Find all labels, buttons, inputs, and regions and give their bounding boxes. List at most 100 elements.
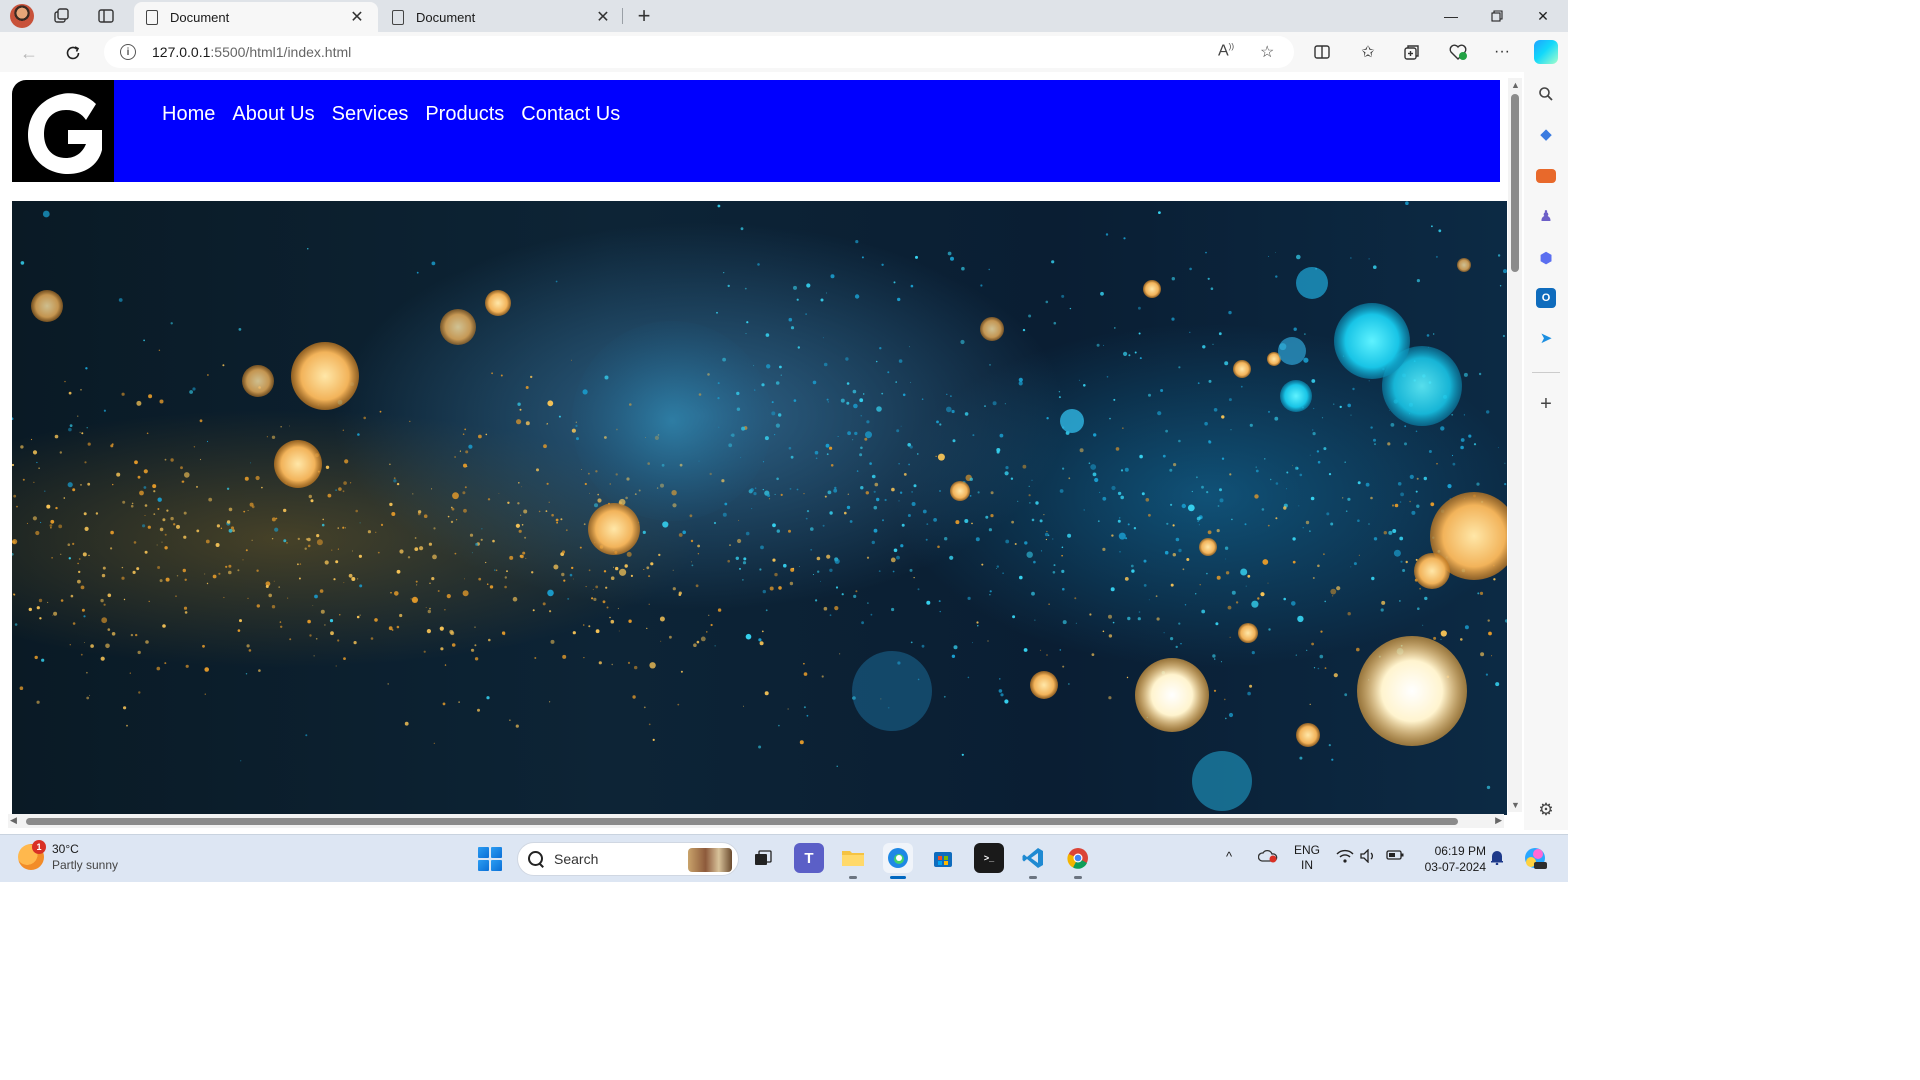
- glitter-particle: [789, 488, 792, 490]
- chevron-up-icon[interactable]: ^: [1226, 849, 1232, 864]
- glitter-particle: [485, 433, 488, 436]
- copilot-icon[interactable]: [1534, 40, 1558, 64]
- read-aloud-icon[interactable]: A)): [1218, 42, 1234, 60]
- language-indicator[interactable]: ENG IN: [1292, 843, 1322, 873]
- taskbar-search[interactable]: Search: [517, 842, 739, 876]
- glitter-particle: [1186, 558, 1190, 561]
- glitter-particle: [173, 523, 176, 526]
- glitter-particle: [107, 628, 111, 631]
- restore-button[interactable]: [1474, 0, 1520, 32]
- glitter-particle: [1068, 477, 1071, 480]
- glitter-particle: [1102, 547, 1106, 551]
- glitter-particle: [1094, 477, 1099, 483]
- nav-link-products[interactable]: Products: [425, 103, 504, 125]
- glitter-particle: [86, 696, 90, 700]
- glitter-particle: [960, 339, 965, 345]
- glitter-particle: [1373, 537, 1378, 541]
- glitter-particle: [729, 544, 731, 546]
- heart-pulse-icon[interactable]: [1446, 40, 1470, 64]
- glitter-particle: [1031, 591, 1035, 596]
- glitter-particle: [1189, 267, 1192, 271]
- onedrive-icon[interactable]: [1257, 849, 1278, 867]
- drop-icon[interactable]: ➤: [1536, 328, 1556, 348]
- glitter-particle: [1347, 403, 1351, 408]
- scroll-down-icon[interactable]: ▼: [1511, 800, 1520, 810]
- glitter-particle: [1299, 756, 1303, 760]
- microsoft365-icon[interactable]: ⬢: [1536, 248, 1556, 268]
- tab-title: Document: [416, 9, 476, 25]
- address-bar[interactable]: i 127.0.0.1:5500/html1/index.html A)) ☆: [104, 36, 1294, 68]
- vertical-scroll-thumb[interactable]: [1511, 94, 1519, 272]
- glitter-particle: [810, 548, 813, 551]
- search-icon[interactable]: [1536, 84, 1556, 104]
- close-window-button[interactable]: ✕: [1520, 0, 1566, 32]
- glitter-particle: [480, 538, 483, 541]
- tab-document[interactable]: Document ✕: [380, 2, 624, 32]
- split-screen-icon[interactable]: [1310, 40, 1334, 64]
- ellipsis-icon[interactable]: ···: [1490, 40, 1514, 64]
- games-icon[interactable]: ♟: [1536, 206, 1556, 226]
- glitter-particle: [60, 553, 62, 555]
- new-tab-button[interactable]: +: [632, 3, 656, 28]
- add-icon[interactable]: +: [1536, 393, 1556, 415]
- info-icon[interactable]: i: [120, 44, 136, 60]
- windows-start-icon[interactable]: [478, 847, 502, 871]
- back-arrow-icon[interactable]: ←: [16, 40, 42, 66]
- outlook-icon[interactable]: O: [1536, 288, 1556, 308]
- task-view-icon[interactable]: [748, 843, 778, 873]
- workspaces-icon[interactable]: [50, 4, 74, 28]
- glitter-particle: [427, 609, 431, 614]
- nav-link-contact-us[interactable]: Contact Us: [521, 103, 620, 125]
- avatar[interactable]: [10, 4, 34, 28]
- glitter-particle: [938, 600, 941, 603]
- site-logo[interactable]: [12, 80, 114, 182]
- minimize-button[interactable]: —: [1428, 0, 1474, 32]
- terminal-icon[interactable]: >_: [974, 843, 1004, 873]
- glitter-particle: [1320, 630, 1323, 633]
- tab-document-active[interactable]: Document ✕: [134, 2, 378, 32]
- glitter-particle: [1339, 405, 1342, 409]
- wifi-icon[interactable]: [1336, 849, 1354, 867]
- store-icon[interactable]: [928, 843, 958, 873]
- settings-icon[interactable]: ⚙: [1536, 800, 1556, 820]
- url-text[interactable]: 127.0.0.1:5500/html1/index.html: [152, 44, 351, 60]
- star-icon[interactable]: ☆: [1260, 42, 1274, 62]
- copilot-preview-icon[interactable]: [1522, 845, 1548, 875]
- glitter-particle: [783, 563, 787, 568]
- scroll-up-icon[interactable]: ▲: [1511, 80, 1520, 90]
- close-icon[interactable]: ✕: [594, 7, 612, 27]
- tools-icon[interactable]: [1536, 169, 1556, 183]
- glitter-particle: [525, 421, 530, 426]
- edge-icon[interactable]: [883, 843, 913, 873]
- nav-link-services[interactable]: Services: [332, 103, 409, 125]
- teams-icon[interactable]: T: [794, 843, 824, 873]
- vscode-icon[interactable]: [1018, 843, 1048, 873]
- horizontal-scrollbar[interactable]: ◀ ▶: [8, 814, 1504, 828]
- collections-icon[interactable]: [1400, 40, 1424, 64]
- vertical-scrollbar[interactable]: ▲ ▼: [1508, 78, 1522, 812]
- glitter-particle: [356, 615, 360, 619]
- nav-link-home[interactable]: Home: [162, 103, 215, 125]
- shopping-tag-icon[interactable]: ◆: [1536, 124, 1556, 144]
- glitter-particle: [814, 450, 819, 455]
- volume-icon[interactable]: [1360, 848, 1376, 867]
- scroll-left-icon[interactable]: ◀: [10, 815, 17, 826]
- horizontal-scroll-thumb[interactable]: [26, 818, 1458, 825]
- battery-icon[interactable]: [1386, 849, 1404, 865]
- glitter-particle: [875, 360, 878, 363]
- chrome-icon[interactable]: [1063, 843, 1093, 873]
- glitter-particle: [1039, 519, 1043, 523]
- weather-widget[interactable]: 1 30°C Partly sunny: [18, 840, 118, 873]
- file-explorer-icon[interactable]: [838, 843, 868, 873]
- scroll-right-icon[interactable]: ▶: [1495, 815, 1502, 826]
- tab-actions-icon[interactable]: [94, 4, 118, 28]
- glitter-particle: [153, 490, 156, 493]
- refresh-icon[interactable]: [60, 40, 86, 66]
- hero-image: [12, 201, 1507, 815]
- favorites-icon[interactable]: ✩: [1356, 40, 1380, 64]
- glitter-particle: [939, 490, 941, 492]
- nav-link-about-us[interactable]: About Us: [232, 103, 314, 125]
- system-clock[interactable]: 06:19 PM 03-07-2024: [1414, 843, 1486, 875]
- close-icon[interactable]: ✕: [348, 7, 366, 27]
- notification-bell-icon[interactable]: [1490, 849, 1504, 869]
